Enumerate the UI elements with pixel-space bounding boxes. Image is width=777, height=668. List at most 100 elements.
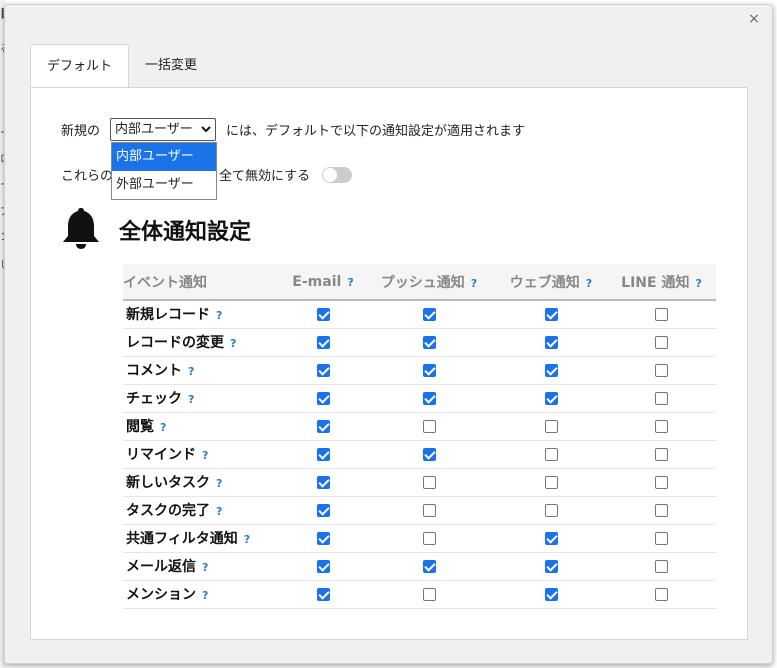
cell-web bbox=[495, 440, 607, 469]
event-label: 共通フィルタ通知? bbox=[123, 524, 283, 553]
checkbox-line[interactable] bbox=[655, 587, 668, 601]
cell-email bbox=[283, 552, 363, 581]
disable-all-label: 全て無効にする bbox=[219, 169, 311, 184]
checkbox-push[interactable] bbox=[422, 559, 436, 573]
cell-line bbox=[607, 412, 716, 441]
checkbox-line[interactable] bbox=[655, 447, 668, 461]
checkbox-email[interactable] bbox=[316, 531, 330, 545]
notification-settings-modal: × デフォルト 一括変更 新規の 内部ユーザー には、デフォルトで以下の通知設定… bbox=[4, 4, 773, 664]
help-icon[interactable]: ? bbox=[216, 505, 222, 518]
cell-email bbox=[283, 468, 363, 497]
event-label: タスクの完了? bbox=[123, 496, 283, 525]
checkbox-line[interactable] bbox=[655, 559, 668, 573]
help-icon[interactable]: ? bbox=[202, 589, 208, 602]
help-icon[interactable]: ? bbox=[216, 309, 222, 322]
checkbox-web[interactable] bbox=[544, 531, 558, 545]
checkbox-line[interactable] bbox=[655, 391, 668, 405]
checkbox-email[interactable] bbox=[316, 335, 330, 349]
checkbox-push[interactable] bbox=[422, 391, 436, 405]
user-type-select-value: 内部ユーザー bbox=[115, 122, 193, 137]
checkbox-push[interactable] bbox=[422, 419, 436, 433]
tab-default[interactable]: デフォルト bbox=[30, 44, 130, 89]
checkbox-email[interactable] bbox=[316, 475, 330, 489]
event-label: メール返信? bbox=[123, 552, 283, 581]
checkbox-push[interactable] bbox=[422, 363, 436, 377]
checkbox-email[interactable] bbox=[316, 587, 330, 601]
checkbox-web[interactable] bbox=[544, 503, 558, 517]
checkbox-email[interactable] bbox=[316, 307, 330, 321]
cell-web bbox=[495, 328, 607, 357]
checkbox-email[interactable] bbox=[316, 503, 330, 517]
checkbox-push[interactable] bbox=[422, 335, 436, 349]
checkbox-line[interactable] bbox=[655, 363, 668, 377]
checkbox-line[interactable] bbox=[655, 419, 668, 433]
checkbox-line[interactable] bbox=[655, 503, 668, 517]
checkbox-push[interactable] bbox=[422, 531, 436, 545]
table-header-row: イベント通知 E-mail? プッシュ通知? ウェブ通知? LINE 通知? bbox=[123, 264, 716, 301]
checkbox-email[interactable] bbox=[316, 447, 330, 461]
cell-line bbox=[607, 440, 716, 469]
help-icon[interactable]: ? bbox=[216, 477, 222, 490]
dropdown-option-internal[interactable]: 内部ユーザー bbox=[112, 143, 216, 171]
user-type-dropdown: 内部ユーザー 外部ユーザー bbox=[111, 142, 217, 200]
cell-line bbox=[607, 552, 716, 581]
cell-email bbox=[283, 524, 363, 553]
help-icon[interactable]: ? bbox=[471, 277, 477, 290]
table-row: 新規レコード? bbox=[123, 300, 716, 329]
checkbox-push[interactable] bbox=[422, 503, 436, 517]
checkbox-web[interactable] bbox=[544, 363, 558, 377]
user-type-select[interactable]: 内部ユーザー bbox=[110, 118, 217, 141]
checkbox-web[interactable] bbox=[544, 475, 558, 489]
tab-bulk-change[interactable]: 一括変更 bbox=[129, 44, 213, 88]
checkbox-push[interactable] bbox=[422, 307, 436, 321]
cell-web bbox=[495, 356, 607, 385]
table-row: メール返信? bbox=[123, 552, 716, 581]
default-apply-row: 新規の 内部ユーザー には、デフォルトで以下の通知設定が適用されます bbox=[61, 118, 525, 141]
table-row: 閲覧? bbox=[123, 412, 716, 441]
checkbox-web[interactable] bbox=[544, 307, 558, 321]
column-header-event: イベント通知 bbox=[123, 264, 283, 301]
checkbox-web[interactable] bbox=[544, 587, 558, 601]
help-icon[interactable]: ? bbox=[188, 365, 194, 378]
checkbox-line[interactable] bbox=[655, 475, 668, 489]
checkbox-web[interactable] bbox=[544, 559, 558, 573]
checkbox-web[interactable] bbox=[544, 335, 558, 349]
checkbox-line[interactable] bbox=[655, 335, 668, 349]
close-button[interactable]: × bbox=[746, 11, 762, 27]
cell-push bbox=[363, 552, 495, 581]
help-icon[interactable]: ? bbox=[160, 421, 166, 434]
checkbox-email[interactable] bbox=[316, 363, 330, 377]
cell-line bbox=[607, 580, 716, 609]
help-icon[interactable]: ? bbox=[202, 449, 208, 462]
cell-push bbox=[363, 468, 495, 497]
cell-line bbox=[607, 328, 716, 357]
checkbox-web[interactable] bbox=[544, 391, 558, 405]
cell-email bbox=[283, 412, 363, 441]
cell-web bbox=[495, 468, 607, 497]
checkbox-web[interactable] bbox=[544, 419, 558, 433]
checkbox-line[interactable] bbox=[655, 307, 668, 321]
checkbox-email[interactable] bbox=[316, 419, 330, 433]
checkbox-email[interactable] bbox=[316, 391, 330, 405]
help-icon[interactable]: ? bbox=[244, 533, 250, 546]
help-icon[interactable]: ? bbox=[695, 277, 701, 290]
help-icon[interactable]: ? bbox=[202, 561, 208, 574]
checkbox-push[interactable] bbox=[422, 447, 436, 461]
help-icon[interactable]: ? bbox=[188, 393, 194, 406]
help-icon[interactable]: ? bbox=[586, 277, 592, 290]
event-label: コメント? bbox=[123, 356, 283, 385]
disable-all-toggle[interactable] bbox=[322, 166, 353, 183]
dropdown-option-external[interactable]: 外部ユーザー bbox=[112, 171, 216, 199]
checkbox-email[interactable] bbox=[316, 559, 330, 573]
cell-web bbox=[495, 552, 607, 581]
checkbox-line[interactable] bbox=[655, 531, 668, 545]
disable-prefix: これらの bbox=[61, 169, 114, 184]
help-icon[interactable]: ? bbox=[347, 276, 353, 289]
checkbox-push[interactable] bbox=[422, 587, 436, 601]
checkbox-web[interactable] bbox=[544, 447, 558, 461]
checkbox-push[interactable] bbox=[422, 475, 436, 489]
cell-email bbox=[283, 384, 363, 413]
help-icon[interactable]: ? bbox=[230, 337, 236, 350]
cell-web bbox=[495, 580, 607, 609]
cell-email bbox=[283, 300, 363, 329]
